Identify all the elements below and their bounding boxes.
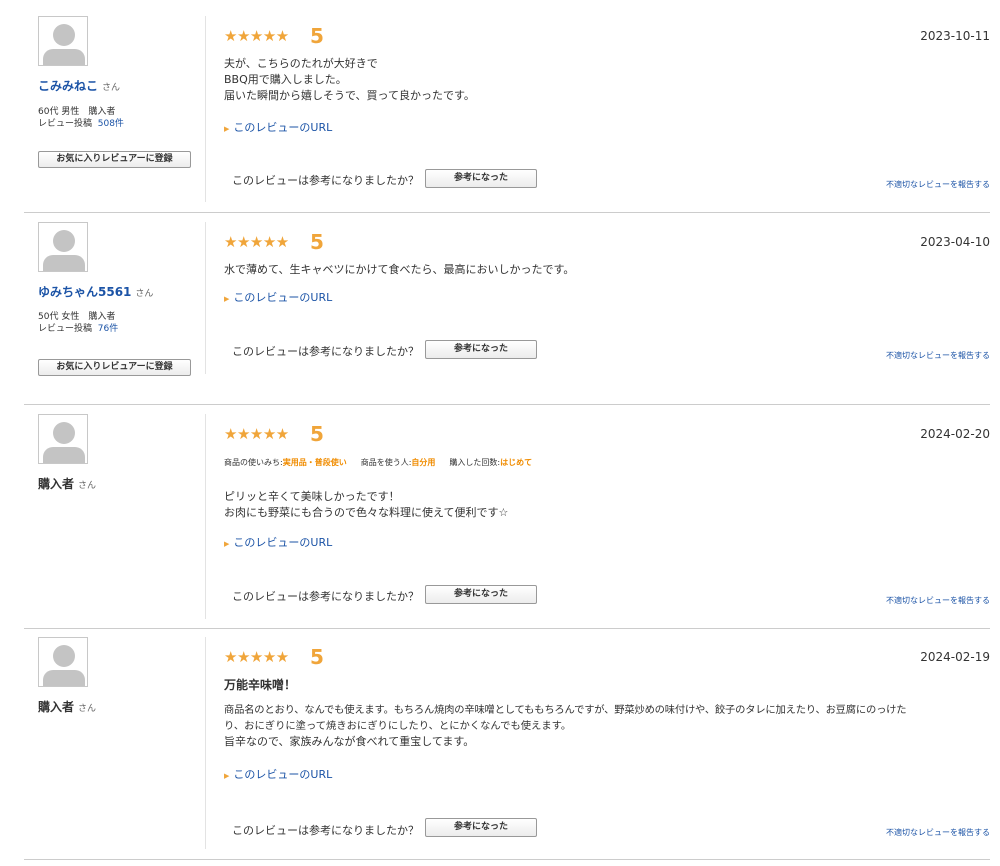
tag-label: 商品の使いみち:	[224, 458, 283, 467]
honorific: さん	[102, 83, 121, 93]
reviewer-name: 購入者	[38, 700, 75, 714]
rating-score: 5	[310, 24, 324, 48]
reviewer-name[interactable]: ゆみちゃん5561	[38, 285, 131, 299]
review-text-line: BBQ用で購入しました。	[224, 73, 347, 86]
helpful-button[interactable]: 参考になった	[425, 340, 537, 359]
review-count-link[interactable]: 508件	[98, 119, 124, 129]
helpful-question: このレビューは参考になりましたか？	[232, 174, 419, 187]
reviewer-name-line: こみみねこ さん	[38, 77, 120, 94]
review-item: 購入者 さん ★★★★★ 5 2024-02-20 商品の使いみち:実用品・普段使…	[24, 405, 990, 629]
report-review-link[interactable]: 不適切なレビューを報告する	[886, 595, 990, 606]
reviewer-info: 購入者 さん	[38, 629, 228, 859]
tag-value: 自分用	[411, 458, 436, 467]
rating-score: 5	[310, 422, 324, 446]
tag-label: 購入した回数:	[449, 458, 501, 467]
triangle-right-icon: ▶	[224, 772, 230, 780]
reviewer-info: こみみねこ さん 60代 男性 購入者 レビュー投稿 508件 お気に入りレビュア…	[38, 0, 228, 212]
triangle-right-icon: ▶	[224, 295, 230, 303]
review-url-link[interactable]: ▶ このレビューのURL	[224, 119, 332, 135]
review-body: 夫が、こちらのたれが大好きで BBQ用で購入しました。 届いた瞬間から嬉しそうで…	[224, 56, 990, 104]
review-date: 2023-04-10	[920, 235, 990, 249]
review-content: ★★★★★ 5 2024-02-20 商品の使いみち:実用品・普段使い 商品を使う…	[224, 405, 990, 628]
rating-score: 5	[310, 230, 324, 254]
review-url-link[interactable]: ▶ このレビューのURL	[224, 289, 332, 305]
triangle-right-icon: ▶	[224, 540, 230, 548]
review-content: ★★★★★ 5 2023-04-10 水で薄めて、生キャベツにかけて食べたら、最…	[224, 213, 990, 404]
reviewer-info: 購入者 さん	[38, 405, 228, 628]
review-text-line: 届いた瞬間から嬉しそうで、買って良かったです。	[224, 89, 475, 102]
report-review-link[interactable]: 不適切なレビューを報告する	[886, 179, 990, 190]
review-text-line: り、おにぎりに塗って焼きおにぎりにしたり、とにかくなんでも使えます。	[224, 720, 572, 732]
reviewer-avatar-icon	[38, 16, 88, 66]
report-review-link[interactable]: 不適切なレビューを報告する	[886, 350, 990, 361]
review-text-line: お肉にも野菜にも合うので色々な料理に使えて便利です☆	[224, 506, 509, 519]
report-review-link[interactable]: 不適切なレビューを報告する	[886, 827, 990, 838]
reviewer-demographic: 50代 女性 購入者	[38, 312, 116, 322]
reviewer-avatar-icon	[38, 222, 88, 272]
helpful-button[interactable]: 参考になった	[425, 169, 537, 188]
review-url-label: このレビューのURL	[233, 536, 333, 549]
reviewer-avatar-icon	[38, 637, 88, 687]
reviewer-name: 購入者	[38, 477, 75, 491]
helpful-question: このレビューは参考になりましたか？	[232, 590, 419, 603]
reviewer-demographic: 60代 男性 購入者	[38, 107, 116, 117]
honorific: さん	[135, 289, 154, 299]
review-count-label: レビュー投稿	[38, 324, 93, 334]
review-body: ピリッと辛くて美味しかったです！ お肉にも野菜にも合うので色々な料理に使えて便利…	[224, 489, 990, 521]
review-content: ★★★★★ 5 2023-10-11 夫が、こちらのたれが大好きで BBQ用で購…	[224, 0, 990, 212]
rating-score: 5	[310, 645, 324, 669]
review-text-line: 商品名のとおり、なんでも使えます。もちろん焼肉の辛味噌としてももちろんですが、野…	[224, 704, 907, 716]
review-text-line: 水で薄めて、生キャベツにかけて食べたら、最高においしかったです。	[224, 263, 575, 276]
review-item: 購入者 さん ★★★★★ 5 2024-02-19 万能辛味噌！ 商品名のとおり、…	[24, 629, 990, 860]
star-rating: ★★★★★	[224, 27, 289, 45]
star-rating: ★★★★★	[224, 425, 289, 443]
reviewer-meta: 60代 男性 購入者 レビュー投稿 508件	[38, 106, 124, 130]
reviewer-name-line: ゆみちゃん5561 さん	[38, 283, 153, 300]
review-text-line: 旨辛なので、家族みんなが食べれて重宝してます。	[224, 735, 475, 748]
review-text-line: ピリッと辛くて美味しかったです！	[224, 490, 400, 503]
triangle-right-icon: ▶	[224, 125, 230, 133]
review-item: こみみねこ さん 60代 男性 購入者 レビュー投稿 508件 お気に入りレビュア…	[24, 0, 990, 213]
review-count-link[interactable]: 76件	[98, 324, 118, 334]
review-url-link[interactable]: ▶ このレビューのURL	[224, 534, 332, 550]
reviewer-name-line: 購入者 さん	[38, 475, 96, 492]
reviewer-info: ゆみちゃん5561 さん 50代 女性 購入者 レビュー投稿 76件 お気に入りレ…	[38, 213, 228, 404]
helpful-button[interactable]: 参考になった	[425, 818, 537, 837]
review-date: 2023-10-11	[920, 29, 990, 43]
review-title: 万能辛味噌！	[224, 678, 297, 692]
review-url-label: このレビューのURL	[233, 291, 333, 304]
review-tags: 商品の使いみち:実用品・普段使い 商品を使う人:自分用 購入した回数:はじめて	[224, 457, 546, 468]
favorite-reviewer-button[interactable]: お気に入りレビュアーに登録	[38, 359, 191, 376]
review-body: 水で薄めて、生キャベツにかけて食べたら、最高においしかったです。	[224, 262, 990, 278]
review-date: 2024-02-20	[920, 427, 990, 441]
review-count-label: レビュー投稿	[38, 119, 93, 129]
tag-label: 商品を使う人:	[360, 458, 412, 467]
review-date: 2024-02-19	[920, 650, 990, 664]
honorific: さん	[78, 704, 97, 714]
helpful-button[interactable]: 参考になった	[425, 585, 537, 604]
star-rating: ★★★★★	[224, 648, 289, 666]
favorite-reviewer-button[interactable]: お気に入りレビュアーに登録	[38, 151, 191, 168]
reviewer-name-line: 購入者 さん	[38, 698, 96, 715]
review-content: ★★★★★ 5 2024-02-19 万能辛味噌！ 商品名のとおり、なんでも使え…	[224, 629, 990, 859]
helpful-question: このレビューは参考になりましたか？	[232, 345, 419, 358]
review-text-line: 夫が、こちらのたれが大好きで	[224, 57, 378, 70]
review-item: ゆみちゃん5561 さん 50代 女性 購入者 レビュー投稿 76件 お気に入りレ…	[24, 213, 990, 405]
reviewer-avatar-icon	[38, 414, 88, 464]
review-url-link[interactable]: ▶ このレビューのURL	[224, 766, 332, 782]
review-url-label: このレビューのURL	[233, 768, 333, 781]
star-rating: ★★★★★	[224, 233, 289, 251]
reviewer-meta: 50代 女性 購入者 レビュー投稿 76件	[38, 311, 118, 335]
review-body: 商品名のとおり、なんでも使えます。もちろん焼肉の辛味噌としてももちろんですが、野…	[224, 702, 990, 750]
tag-value: はじめて	[500, 458, 533, 467]
reviewer-name[interactable]: こみみねこ	[38, 79, 98, 93]
review-url-label: このレビューのURL	[233, 121, 333, 134]
tag-value: 実用品・普段使い	[282, 458, 347, 467]
helpful-question: このレビューは参考になりましたか？	[232, 824, 419, 837]
honorific: さん	[78, 481, 97, 491]
